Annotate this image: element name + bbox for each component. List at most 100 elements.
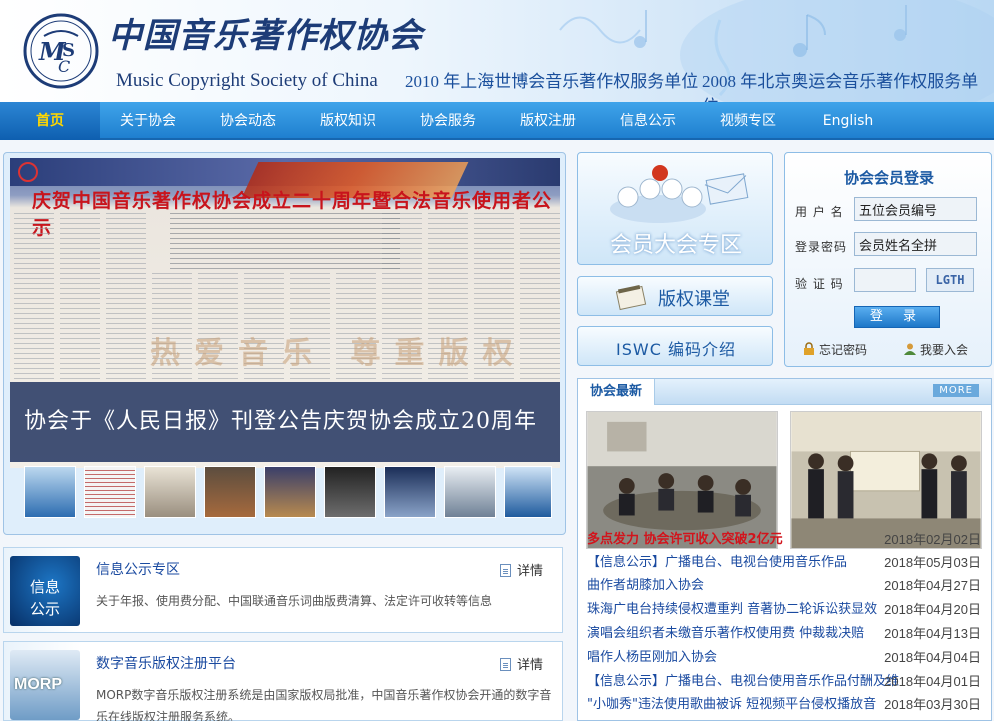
document-icon: [500, 658, 511, 671]
thumbnail-4[interactable]: [204, 466, 256, 518]
password-label: 登录密码: [795, 240, 848, 254]
copyright-class-button[interactable]: 版权课堂: [577, 276, 773, 316]
captcha-label: 验 证 码: [795, 277, 844, 291]
poster-notice-text: [170, 213, 400, 273]
banner-caption[interactable]: 协会于《人民日报》刊登公告庆贺协会成立20周年: [24, 403, 537, 435]
lock-icon: [804, 342, 814, 355]
news-header: 协会最新 MORE: [578, 379, 991, 405]
thumbnail-7[interactable]: [384, 466, 436, 518]
tagline-expo: 2010 年上海世博会音乐著作权服务单位: [405, 72, 699, 91]
news-item-title[interactable]: 【信息公示】广播电台、电视台使用音乐作品付酬及维: [587, 671, 899, 693]
info-detail-link[interactable]: 详情: [500, 654, 543, 673]
main-nav: 首页 关于协会 协会动态 版权知识 协会服务 版权注册 信息公示 视频专区 En…: [0, 102, 994, 140]
site-header: M S C 中国音乐著作权协会 Music Copyright Society …: [0, 0, 994, 102]
nav-services[interactable]: 协会服务: [398, 102, 498, 140]
news-item-title[interactable]: "小咖秀"违法使用歌曲被诉 短视频平台侵权播放音: [587, 694, 876, 716]
banner-caption-bar[interactable]: 协会于《人民日报》刊登公告庆贺协会成立20周年: [10, 382, 560, 462]
nav-video[interactable]: 视频专区: [698, 102, 798, 140]
news-item-title[interactable]: 演唱会组织者未缴音乐著作权使用费 仲裁裁决赔: [587, 623, 864, 645]
site-title-cn: 中国音乐著作权协会: [108, 16, 423, 56]
disclosure-icon-text: 信息公示: [30, 578, 61, 618]
morp-icon[interactable]: MORP: [10, 650, 80, 720]
news-item-date: 2018年04月13日: [884, 626, 981, 641]
document-icon: [500, 564, 511, 577]
nav-about[interactable]: 关于协会: [98, 102, 198, 140]
nav-news[interactable]: 协会动态: [198, 102, 298, 140]
info-title[interactable]: 信息公示专区: [96, 559, 180, 579]
latest-news-panel: 协会最新 MORE 多点发力 协会许可收入突破2亿元 2018年02月02日 【信…: [577, 378, 992, 721]
forgot-password-label[interactable]: 忘记密码: [819, 343, 867, 357]
nav-register[interactable]: 版权注册: [498, 102, 598, 140]
forgot-password-link[interactable]: 忘记密码: [802, 341, 867, 358]
news-item[interactable]: 【信息公示】广播电台、电视台使用音乐作品 2018年05月03日: [587, 552, 987, 574]
news-title: 协会最新: [578, 379, 656, 405]
news-more-link[interactable]: MORE: [933, 384, 979, 397]
banner-thumbnails: [10, 466, 560, 528]
login-button[interactable]: 登 录: [854, 306, 940, 328]
captcha-image[interactable]: LGTH: [926, 268, 974, 292]
news-item[interactable]: 唱作人杨臣刚加入协会 2018年04月04日: [587, 647, 987, 669]
news-item-title[interactable]: 【信息公示】广播电台、电视台使用音乐作品: [587, 552, 847, 574]
join-link[interactable]: 我要入会: [903, 341, 968, 358]
news-item-title[interactable]: 多点发力 协会许可收入突破2亿元: [587, 529, 783, 551]
poster-logo-icon: [18, 162, 38, 182]
svg-text:C: C: [58, 57, 70, 76]
nav-disclosure[interactable]: 信息公示: [598, 102, 698, 140]
disclosure-icon[interactable]: 信息公示: [10, 556, 80, 626]
news-item[interactable]: "小咖秀"违法使用歌曲被诉 短视频平台侵权播放音 2018年03月30日: [587, 694, 987, 716]
login-title: 协会会员登录: [843, 169, 934, 187]
info-desc: MORP数字音乐版权注册系统是由国家版权局批准，中国音乐著作权协会开通的数字音乐…: [96, 688, 552, 721]
info-title[interactable]: 数字音乐版权注册平台: [96, 653, 236, 673]
news-item[interactable]: 曲作者胡膝加入协会 2018年04月27日: [587, 575, 987, 597]
username-input[interactable]: [854, 197, 977, 221]
thumbnail-3[interactable]: [144, 466, 196, 518]
thumbnail-5[interactable]: [264, 466, 316, 518]
nav-home[interactable]: 首页: [0, 102, 100, 140]
poster-watermark: 热爱音乐 尊重版权: [150, 336, 527, 371]
copyright-class-label[interactable]: 版权课堂: [658, 285, 730, 311]
info-desc: 关于年报、使用费分配、中国联通音乐词曲版费清算、法定许可收转等信息: [96, 594, 493, 608]
thumbnail-2[interactable]: [84, 466, 136, 518]
join-label[interactable]: 我要入会: [920, 343, 968, 357]
member-conference-button[interactable]: 会员大会专区: [577, 152, 773, 265]
news-item[interactable]: 【信息公示】广播电台、电视台使用音乐作品付酬及维 2018年04月01日: [587, 671, 987, 693]
info-morp-block: MORP 数字音乐版权注册平台 MORP数字音乐版权注册系统是由国家版权局批准，…: [3, 641, 563, 721]
news-item-date: 2018年04月27日: [884, 578, 981, 593]
meeting-chairs-icon: [610, 165, 749, 223]
member-login-panel: 协会会员登录 用 户 名 登录密码 验 证 码 LGTH 登 录 忘记密码 我要…: [784, 152, 992, 367]
banner-slideshow: 庆贺中国音乐著作权协会成立二十周年暨合法音乐使用者公示 热爱音乐 尊重版权 协会…: [3, 152, 566, 535]
news-item-date: 2018年04月01日: [884, 674, 981, 689]
iswc-intro-button[interactable]: ISWC 编码介绍: [577, 326, 773, 366]
morp-icon-text: MORP: [14, 676, 62, 693]
news-item-date: 2018年04月20日: [884, 602, 981, 617]
thumbnail-8[interactable]: [444, 466, 496, 518]
news-item[interactable]: 多点发力 协会许可收入突破2亿元 2018年02月02日: [587, 529, 987, 551]
news-item-date: 2018年04月04日: [884, 650, 981, 665]
news-item-title[interactable]: 珠海广电台持续侵权遭重判 音著协二轮诉讼获显效: [587, 599, 877, 621]
news-item[interactable]: 珠海广电台持续侵权遭重判 音著协二轮诉讼获显效 2018年04月20日: [587, 599, 987, 621]
news-item[interactable]: 演唱会组织者未缴音乐著作权使用费 仲裁裁决赔 2018年04月13日: [587, 623, 987, 645]
music-note-logo-icon: M S C: [23, 13, 99, 89]
user-icon: [904, 343, 916, 355]
detail-label[interactable]: 详情: [517, 564, 543, 579]
nav-english[interactable]: English: [798, 102, 898, 140]
news-item-title[interactable]: 曲作者胡膝加入协会: [587, 575, 704, 597]
detail-label[interactable]: 详情: [517, 658, 543, 673]
nav-knowledge[interactable]: 版权知识: [298, 102, 398, 140]
password-input[interactable]: [854, 232, 977, 256]
info-detail-link[interactable]: 详情: [500, 560, 543, 579]
news-item-title[interactable]: 唱作人杨臣刚加入协会: [587, 647, 717, 669]
thumbnail-9[interactable]: [504, 466, 552, 518]
book-icon: [615, 284, 647, 311]
news-item-date: 2018年05月03日: [884, 555, 981, 570]
member-conference-label[interactable]: 会员大会专区: [578, 227, 774, 259]
thumbnail-1[interactable]: [24, 466, 76, 518]
iswc-intro-label[interactable]: ISWC 编码介绍: [578, 336, 774, 360]
info-disclosure-block: 信息公示 信息公示专区 关于年报、使用费分配、中国联通音乐词曲版费清算、法定许可…: [3, 547, 563, 633]
thumbnail-6[interactable]: [324, 466, 376, 518]
site-title-en: Music Copyright Society of China: [116, 70, 378, 91]
captcha-input[interactable]: [854, 268, 916, 292]
username-label: 用 户 名: [795, 205, 844, 219]
tagline-olympics: 2008 年北京奥运会音乐著作权服务单位: [702, 72, 979, 102]
news-item-date: 2018年02月02日: [884, 532, 981, 547]
